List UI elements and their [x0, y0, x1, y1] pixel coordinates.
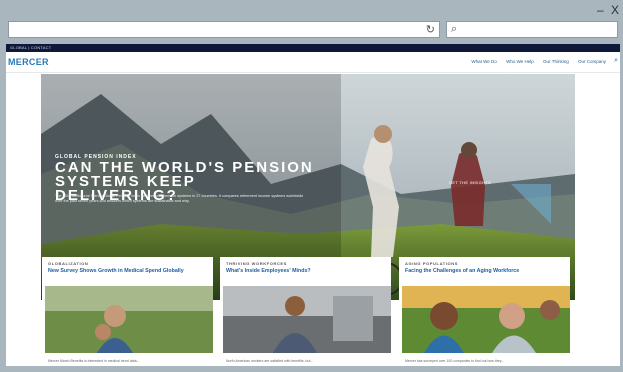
card-title[interactable]: Facing the Challenges of an Aging Workfo…: [405, 268, 519, 274]
nav-our-thinking[interactable]: Our Thinking: [543, 59, 569, 64]
browser-window: – X ↻ ⌕ GLOBAL | CONTACT MERCER What We …: [0, 0, 623, 372]
card-image[interactable]: [223, 286, 391, 353]
utility-strip: GLOBAL | CONTACT: [6, 44, 620, 52]
card-title[interactable]: What's Inside Employees' Minds?: [226, 268, 311, 274]
card-image[interactable]: [402, 286, 570, 353]
refresh-icon[interactable]: ↻: [426, 23, 435, 36]
card-category: THRIVING WORKFORCES: [226, 261, 287, 266]
card-teaser: North American workers are satisfied wit…: [226, 359, 314, 363]
search-icon[interactable]: ⌕: [451, 23, 457, 36]
nav-what-we-do[interactable]: What We Do: [471, 59, 496, 64]
main-nav: What We Do Who We Help Our Thinking Our …: [463, 59, 606, 64]
hero-blurb: The 2016 Melbourne Mercer Global Pension…: [55, 194, 304, 203]
feature-card[interactable]: AGING POPULATIONS Facing the Challenges …: [399, 257, 570, 366]
nav-our-company[interactable]: Our Company: [578, 59, 606, 64]
utility-links[interactable]: GLOBAL | CONTACT: [10, 45, 51, 50]
hero-cta-link[interactable]: GET THE INSIGHTS: [449, 180, 491, 185]
card-category: GLOBALIZATION: [48, 261, 89, 266]
search-icon[interactable]: ⌕: [614, 57, 618, 65]
window-controls[interactable]: – X: [597, 3, 621, 17]
browser-search-box[interactable]: ⌕: [446, 21, 618, 38]
feature-card[interactable]: GLOBALIZATION New Survey Shows Growth in…: [42, 257, 213, 366]
feature-cards: GLOBALIZATION New Survey Shows Growth in…: [6, 257, 620, 366]
site-header: MERCER What We Do Who We Help Our Thinki…: [6, 52, 620, 73]
address-bar[interactable]: ↻: [8, 21, 440, 38]
mercer-logo[interactable]: MERCER: [8, 57, 49, 67]
card-title[interactable]: New Survey Shows Growth in Medical Spend…: [48, 268, 184, 274]
card-category: AGING POPULATIONS: [405, 261, 459, 266]
card-image[interactable]: [45, 286, 213, 353]
title-bar: – X: [0, 0, 623, 18]
web-page: GLOBAL | CONTACT MERCER What We Do Who W…: [6, 44, 620, 366]
nav-who-we-help[interactable]: Who We Help: [506, 59, 534, 64]
card-teaser: Mercer Marsh Benefits is interested in m…: [48, 359, 140, 363]
feature-card[interactable]: THRIVING WORKFORCES What's Inside Employ…: [220, 257, 391, 366]
card-teaser: Mercer has surveyed over 100 companies t…: [405, 359, 505, 363]
